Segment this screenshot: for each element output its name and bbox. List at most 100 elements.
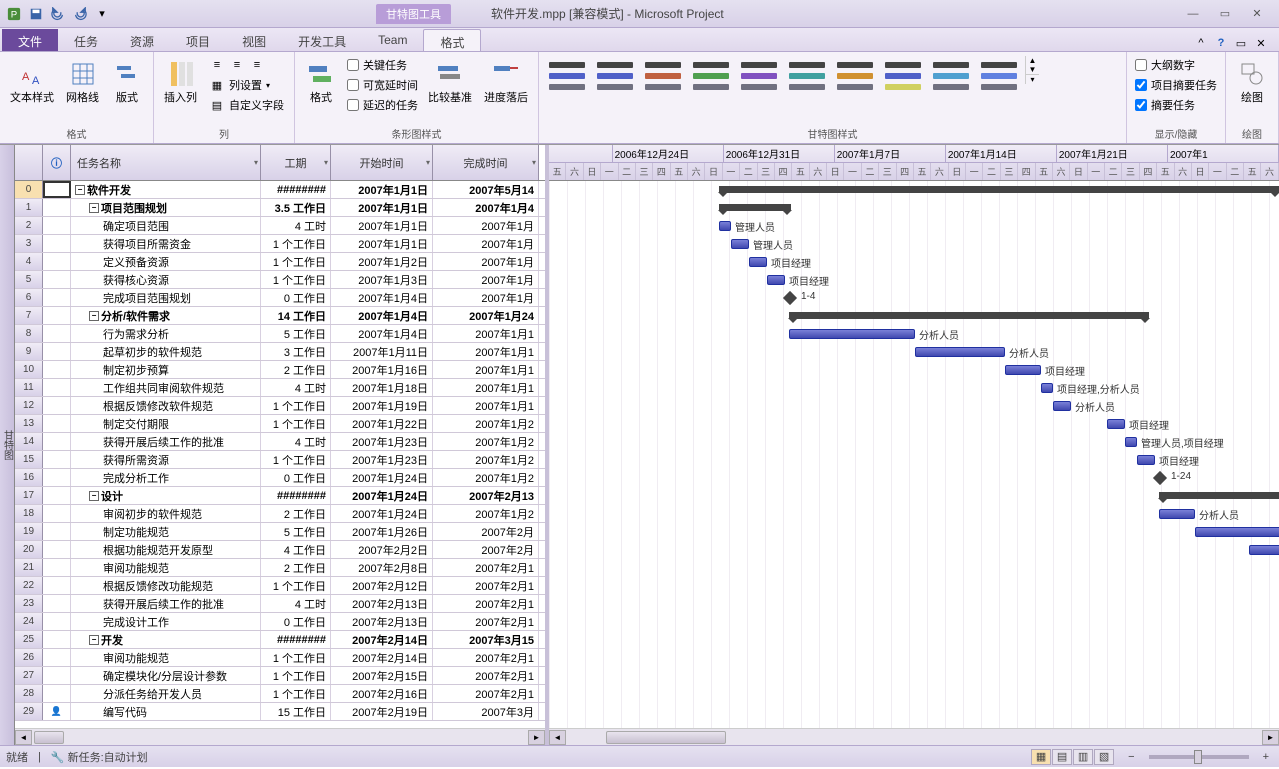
col-duration[interactable]: 工期▾	[261, 145, 331, 180]
gantt-style-0[interactable]	[545, 56, 589, 96]
table-row[interactable]: 1−项目范围规划3.5 工作日2007年1月1日2007年1月4	[15, 199, 545, 217]
tab-team[interactable]: Team	[362, 29, 423, 51]
outline-number-checkbox[interactable]: 大纲数字	[1133, 56, 1219, 74]
table-row[interactable]: 5获得核心资源1 个工作日2007年1月3日2007年1月	[15, 271, 545, 289]
table-row[interactable]: 20根据功能规范开发原型4 工作日2007年2月2日2007年2月	[15, 541, 545, 559]
task-bar[interactable]	[1195, 527, 1279, 537]
task-bar[interactable]	[1249, 545, 1279, 555]
table-row[interactable]: 23获得开展后续工作的批准4 工时2007年2月13日2007年2月1	[15, 595, 545, 613]
view-usage[interactable]: ▤	[1052, 749, 1072, 765]
close-icon[interactable]: ✕	[1245, 5, 1269, 23]
column-settings-button[interactable]: ▦列设置▾	[205, 76, 288, 94]
gantt-style-5[interactable]	[785, 56, 829, 96]
gantt-style-2[interactable]	[641, 56, 685, 96]
table-body[interactable]: 0−软件开发########2007年1月1日2007年5月141−项目范围规划…	[15, 181, 545, 728]
table-row[interactable]: 3获得项目所需资金1 个工作日2007年1月1日2007年1月	[15, 235, 545, 253]
task-bar[interactable]	[767, 275, 785, 285]
table-row[interactable]: 13制定交付期限1 个工作日2007年1月22日2007年1月2	[15, 415, 545, 433]
summary-bar[interactable]	[1159, 492, 1279, 499]
table-row[interactable]: 29👤编写代码15 工作日2007年2月19日2007年3月	[15, 703, 545, 721]
close-doc-icon[interactable]: ✕	[1253, 35, 1269, 51]
baseline-button[interactable]: 比较基准	[424, 56, 476, 106]
tab-resource[interactable]: 资源	[114, 29, 170, 51]
milestone[interactable]	[1153, 471, 1167, 485]
table-row[interactable]: 12根据反馈修改软件规范1 个工作日2007年1月19日2007年1月1	[15, 397, 545, 415]
custom-fields-button[interactable]: ▤自定义字段	[205, 96, 288, 114]
gantt-style-6[interactable]	[833, 56, 877, 96]
col-task-name[interactable]: 任务名称▾	[71, 145, 261, 180]
task-bar[interactable]	[1053, 401, 1071, 411]
gantt-style-7[interactable]	[881, 56, 925, 96]
summary-bar[interactable]	[789, 312, 1149, 319]
minimize-ribbon-icon[interactable]: ^	[1193, 35, 1209, 51]
view-team[interactable]: ▥	[1073, 749, 1093, 765]
redo-icon[interactable]	[70, 4, 90, 24]
zoom-in[interactable]: +	[1259, 751, 1273, 763]
table-row[interactable]: 18审阅初步的软件规范2 工作日2007年1月24日2007年1月2	[15, 505, 545, 523]
slippage-button[interactable]: 进度落后	[480, 56, 532, 106]
maximize-icon[interactable]: ▭	[1213, 5, 1237, 23]
table-row[interactable]: 10制定初步预算2 工作日2007年1月16日2007年1月1	[15, 361, 545, 379]
insert-column-button[interactable]: 插入列	[160, 56, 201, 106]
late-tasks-checkbox[interactable]: 延迟的任务	[345, 96, 420, 114]
table-row[interactable]: 17−设计########2007年1月24日2007年2月13	[15, 487, 545, 505]
table-row[interactable]: 4定义预备资源1 个工作日2007年1月2日2007年1月	[15, 253, 545, 271]
view-gantt[interactable]: ▦	[1031, 749, 1051, 765]
tab-view[interactable]: 视图	[226, 29, 282, 51]
gantt-style-9[interactable]	[977, 56, 1021, 96]
slack-checkbox[interactable]: 可宽延时间	[345, 76, 420, 94]
zoom-slider[interactable]	[1149, 755, 1249, 759]
layout-button[interactable]: 版式	[107, 56, 147, 106]
file-tab[interactable]: 文件	[2, 29, 58, 51]
view-resource[interactable]: ▧	[1094, 749, 1114, 765]
task-bar[interactable]	[1125, 437, 1137, 447]
task-bar[interactable]	[719, 221, 731, 231]
col-start[interactable]: 开始时间▾	[331, 145, 433, 180]
align-buttons[interactable]: ≡≡≡	[205, 56, 288, 74]
task-bar[interactable]	[1107, 419, 1125, 429]
task-bar[interactable]	[731, 239, 749, 249]
tab-project[interactable]: 项目	[170, 29, 226, 51]
col-finish[interactable]: 完成时间▾	[433, 145, 539, 180]
gantt-style-4[interactable]	[737, 56, 781, 96]
gantt-style-1[interactable]	[593, 56, 637, 96]
table-row[interactable]: 24完成设计工作0 工作日2007年2月13日2007年2月1	[15, 613, 545, 631]
tab-task[interactable]: 任务	[58, 29, 114, 51]
table-row[interactable]: 2确定项目范围4 工时2007年1月1日2007年1月	[15, 217, 545, 235]
save-icon[interactable]	[26, 4, 46, 24]
table-row[interactable]: 0−软件开发########2007年1月1日2007年5月14	[15, 181, 545, 199]
help-icon[interactable]: ?	[1213, 35, 1229, 51]
summary-tasks-checkbox[interactable]: 摘要任务	[1133, 96, 1219, 114]
table-row[interactable]: 19制定功能规范5 工作日2007年1月26日2007年2月	[15, 523, 545, 541]
table-row[interactable]: 21审阅功能规范2 工作日2007年2月8日2007年2月1	[15, 559, 545, 577]
format-button[interactable]: 格式	[301, 56, 341, 106]
minimize-icon[interactable]: —	[1181, 5, 1205, 23]
table-row[interactable]: 15获得所需资源1 个工作日2007年1月23日2007年1月2	[15, 451, 545, 469]
table-row[interactable]: 7−分析/软件需求14 工作日2007年1月4日2007年1月24	[15, 307, 545, 325]
gantt-body[interactable]: 管理人员管理人员项目经理项目经理1-4分析人员分析人员项目经理项目经理,分析人员…	[549, 181, 1279, 728]
task-bar[interactable]	[1159, 509, 1195, 519]
task-bar[interactable]	[1005, 365, 1041, 375]
gantt-style-8[interactable]	[929, 56, 973, 96]
project-summary-checkbox[interactable]: 项目摘要任务	[1133, 76, 1219, 94]
restore-window-icon[interactable]: ▭	[1233, 35, 1249, 51]
task-bar[interactable]	[749, 257, 767, 267]
table-row[interactable]: 9起草初步的软件规范3 工作日2007年1月11日2007年1月1	[15, 343, 545, 361]
critical-tasks-checkbox[interactable]: 关键任务	[345, 56, 420, 74]
table-row[interactable]: 14获得开展后续工作的批准4 工时2007年1月23日2007年1月2	[15, 433, 545, 451]
table-hscroll[interactable]: ◄►	[15, 728, 545, 745]
table-row[interactable]: 25−开发########2007年2月14日2007年3月15	[15, 631, 545, 649]
view-bar[interactable]: 甘特图	[0, 145, 15, 745]
summary-bar[interactable]	[719, 204, 791, 211]
table-row[interactable]: 8行为需求分析5 工作日2007年1月4日2007年1月1	[15, 325, 545, 343]
table-row[interactable]: 11工作组共同审阅软件规范4 工时2007年1月18日2007年1月1	[15, 379, 545, 397]
gantt-style-3[interactable]	[689, 56, 733, 96]
select-all-corner[interactable]	[15, 145, 43, 180]
task-bar[interactable]	[1041, 383, 1053, 393]
col-indicator[interactable]: ⓘ	[43, 145, 71, 180]
table-row[interactable]: 26审阅功能规范1 个工作日2007年2月14日2007年2月1	[15, 649, 545, 667]
table-row[interactable]: 27确定模块化/分层设计参数1 个工作日2007年2月15日2007年2月1	[15, 667, 545, 685]
undo-icon[interactable]	[48, 4, 68, 24]
zoom-out[interactable]: −	[1124, 751, 1138, 763]
task-bar[interactable]	[789, 329, 915, 339]
